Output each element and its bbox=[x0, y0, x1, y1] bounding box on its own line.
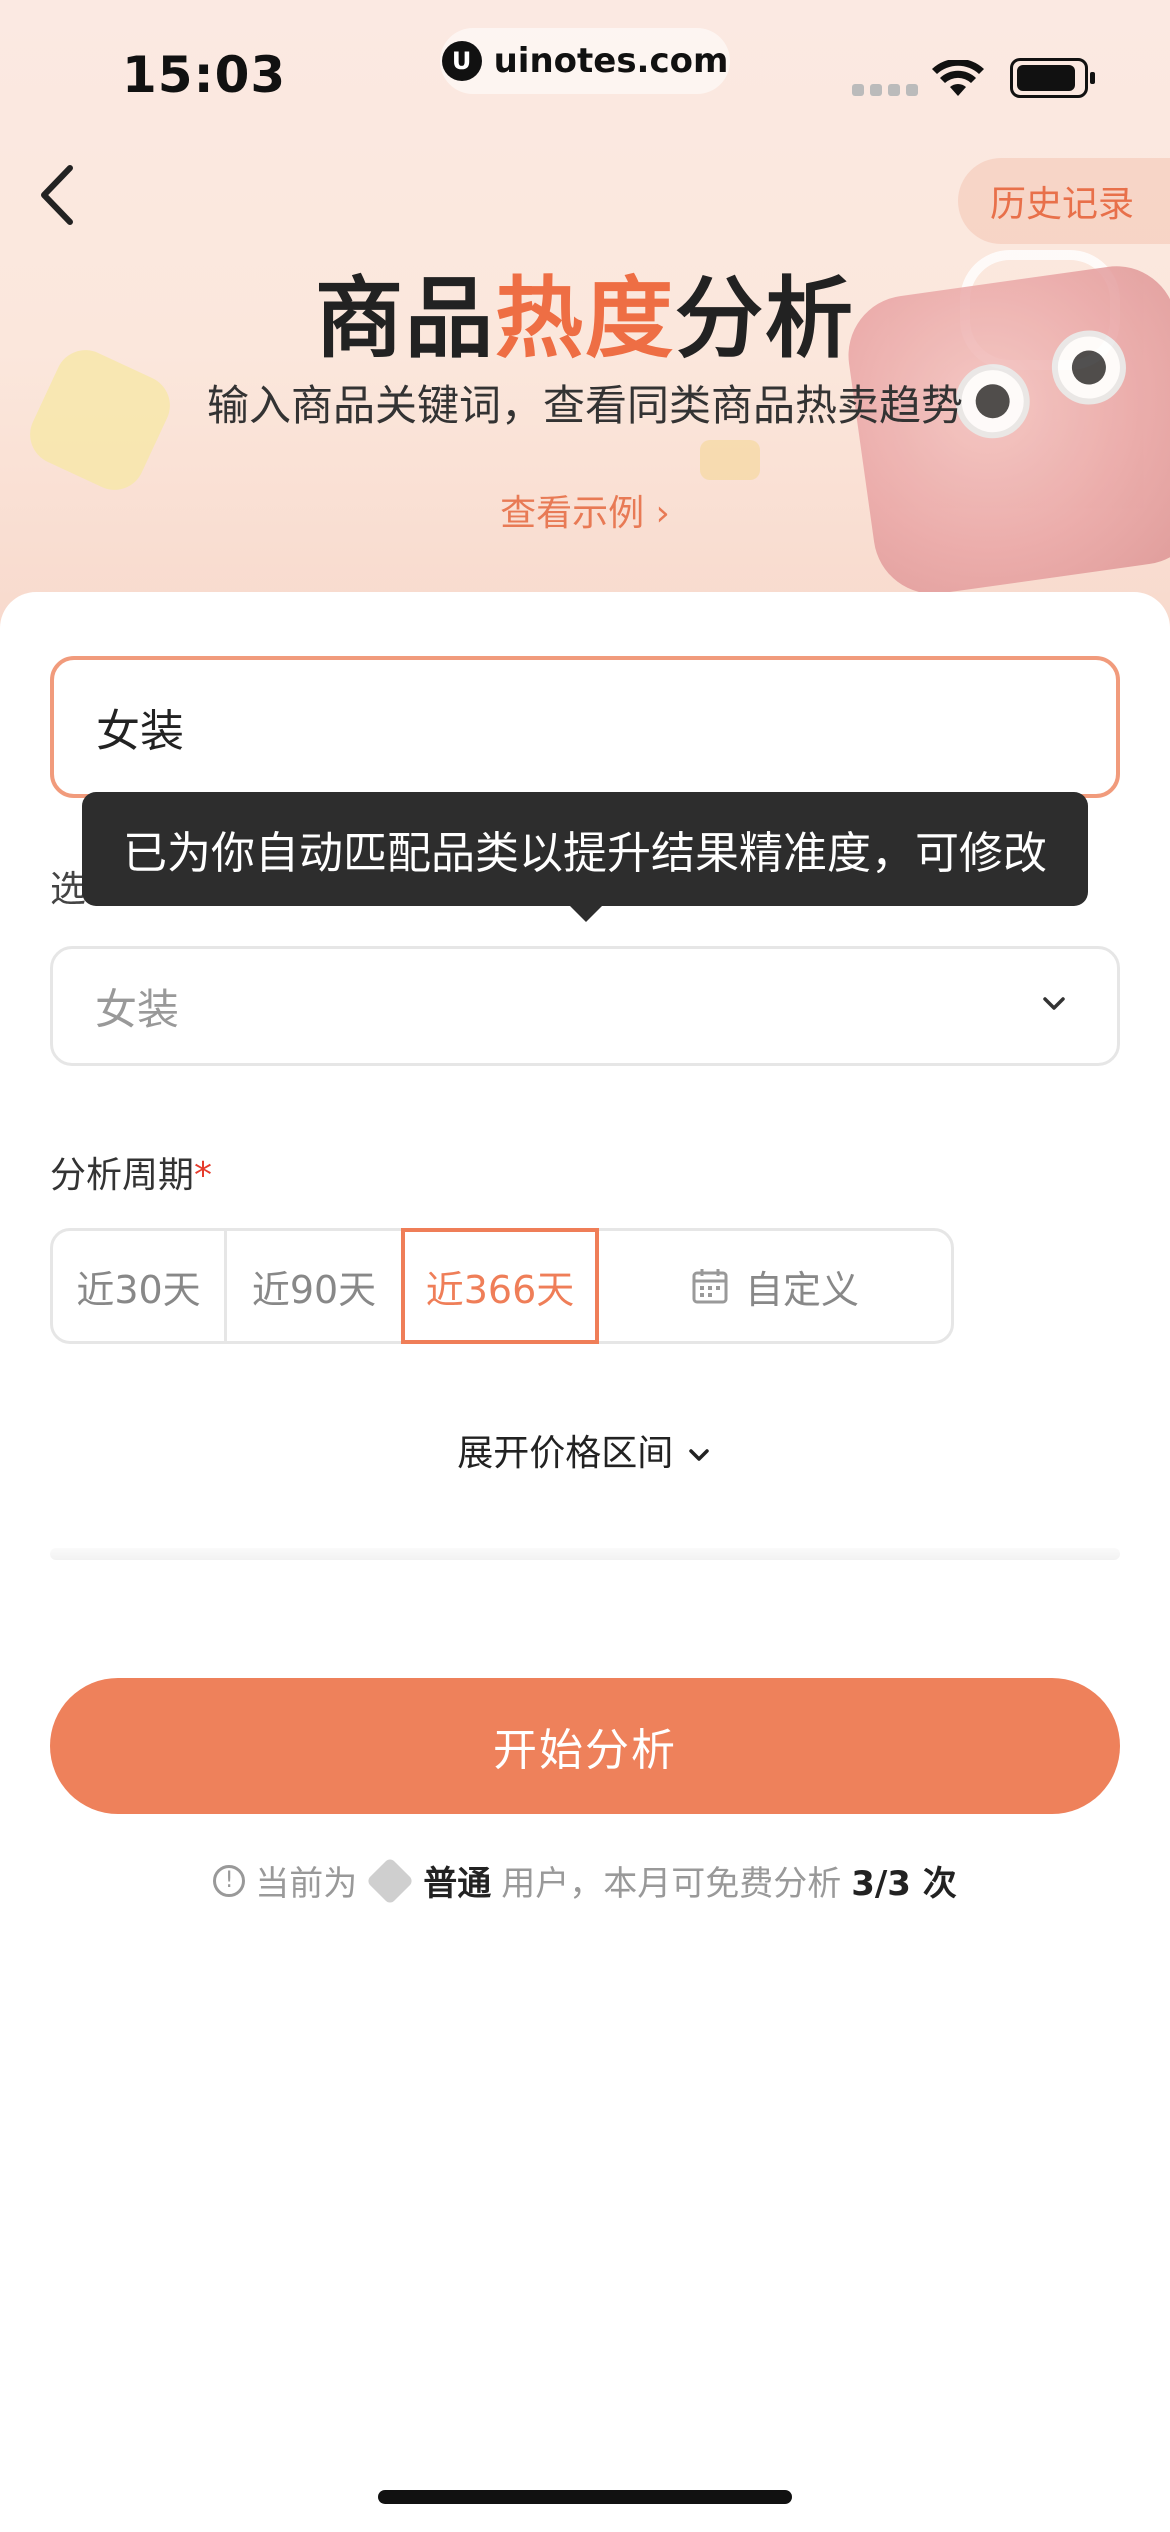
info-icon: ! bbox=[213, 1864, 246, 1897]
custom-label: 自定义 bbox=[744, 1267, 859, 1312]
quota-middle: 用户，本月可免费分析 bbox=[501, 1864, 842, 1904]
category-value: 女装 bbox=[95, 984, 180, 1034]
period-option-366[interactable]: 近366天 bbox=[401, 1228, 599, 1344]
page-subtitle: 输入商品关键词，查看同类商品热卖趋势 bbox=[206, 381, 963, 430]
site-logo-icon: U bbox=[441, 41, 482, 81]
category-select[interactable]: 女装 bbox=[50, 946, 1120, 1066]
history-button[interactable]: 历史记录 bbox=[958, 158, 1170, 244]
wifi-icon bbox=[932, 60, 984, 96]
back-chevron-icon[interactable] bbox=[30, 160, 90, 230]
url-pill[interactable]: U uinotes.com bbox=[440, 28, 730, 94]
url-text: uinotes.com bbox=[493, 41, 729, 81]
period-segmented-control: 近30天 近90天 近366天 自定义 bbox=[50, 1228, 954, 1344]
expand-price-label: 展开价格区间 bbox=[457, 1433, 674, 1474]
status-time: 15:03 bbox=[122, 46, 287, 104]
gem-icon bbox=[366, 1856, 415, 1905]
keyword-value: 女装 bbox=[96, 706, 184, 757]
chevron-down-icon bbox=[1043, 997, 1065, 1010]
home-indicator bbox=[378, 2490, 792, 2504]
page-title: 商品热度分析 bbox=[0, 248, 1170, 375]
battery-icon bbox=[1010, 58, 1095, 98]
period-label-text: 分析周期 bbox=[50, 1155, 195, 1196]
keyword-input[interactable]: 女装 bbox=[50, 656, 1120, 798]
view-example-link[interactable]: 查看示例 › bbox=[0, 484, 1170, 536]
title-part: 商品 bbox=[314, 267, 495, 370]
decorative-shape bbox=[700, 440, 760, 480]
period-option-90[interactable]: 近90天 bbox=[227, 1231, 401, 1341]
title-highlight: 热度 bbox=[494, 267, 675, 370]
quota-prefix: 当前为 bbox=[255, 1864, 358, 1904]
required-mark: * bbox=[194, 1155, 213, 1196]
period-option-30[interactable]: 近30天 bbox=[53, 1231, 227, 1341]
signal-icon bbox=[852, 84, 918, 96]
start-analysis-button[interactable]: 开始分析 bbox=[50, 1678, 1120, 1814]
expand-price-range[interactable]: 展开价格区间 bbox=[0, 1424, 1170, 1476]
section-divider bbox=[50, 1548, 1120, 1560]
quota-count: 3/3 次 bbox=[851, 1864, 957, 1904]
tooltip-arrow bbox=[568, 904, 604, 922]
category-label: 选 bbox=[50, 869, 87, 910]
auto-match-tooltip: 已为你自动匹配品类以提升结果精准度，可修改 bbox=[82, 792, 1088, 906]
chevron-down-icon bbox=[688, 1449, 709, 1461]
period-option-custom[interactable]: 自定义 bbox=[599, 1231, 951, 1341]
title-part: 分析 bbox=[675, 267, 856, 370]
user-tier: 普通 bbox=[423, 1864, 492, 1904]
quota-info: ! 当前为 普通 用户，本月可免费分析 3/3 次 bbox=[0, 1856, 1170, 1905]
calendar-icon bbox=[692, 1269, 728, 1304]
period-label: 分析周期* bbox=[50, 1146, 212, 1198]
